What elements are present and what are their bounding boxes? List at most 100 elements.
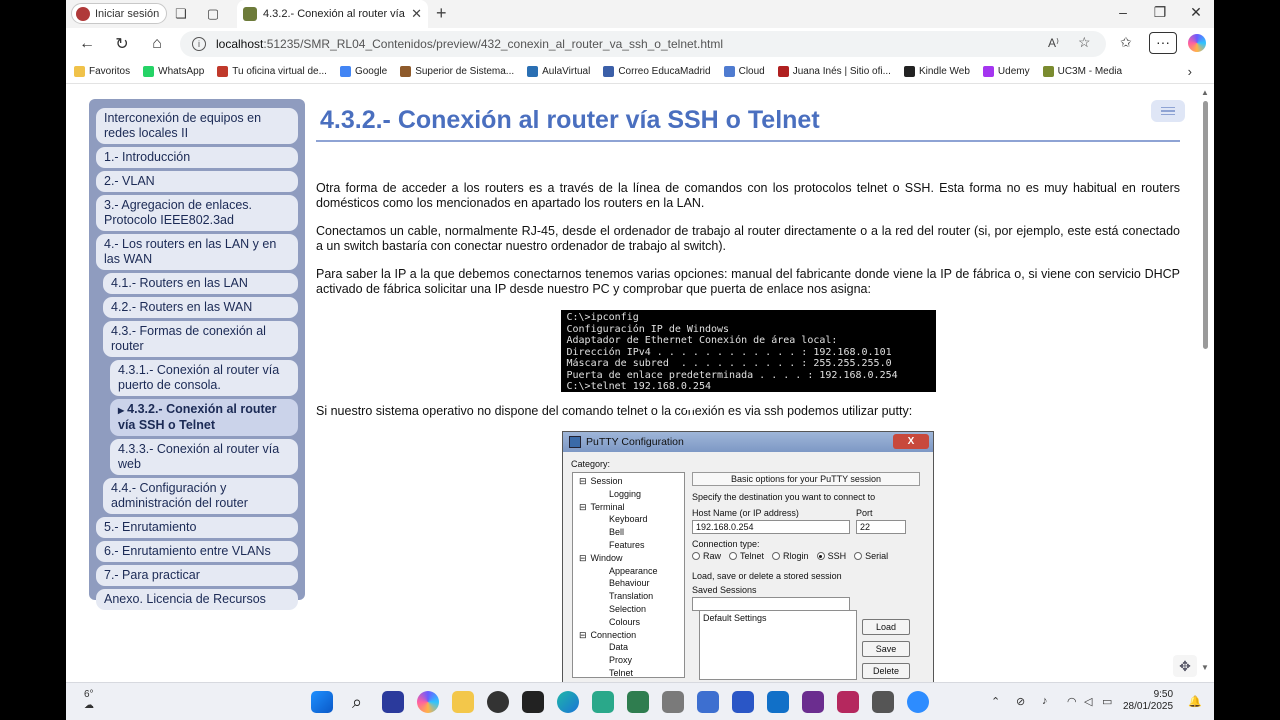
network-off-icon[interactable]: ⊘	[1016, 695, 1025, 708]
bookmark-item[interactable]: Superior de Sistema...	[400, 66, 514, 77]
toc-item-label: 3.- Agregacion de enlaces. Protocolo IEE…	[104, 198, 253, 227]
bookmark-item[interactable]: AulaVirtual	[527, 66, 590, 77]
radio-label: Telnet	[740, 551, 765, 561]
bookmark-item[interactable]: Kindle Web	[903, 66, 970, 77]
toc-item[interactable]: 4.4.- Configuración y administración del…	[103, 478, 298, 514]
bookmark-icon	[74, 66, 85, 77]
putty-host-label: Host Name (or IP address)	[692, 508, 799, 518]
file-explorer-icon[interactable]	[452, 691, 474, 713]
toc-item[interactable]: 4.3.3.- Conexión al router vía web	[110, 439, 298, 475]
signin-button[interactable]: Iniciar sesión	[71, 3, 167, 24]
toc-item[interactable]: 4.3.- Formas de conexión al router	[103, 321, 298, 357]
bookmark-item[interactable]: Cloud	[723, 66, 765, 77]
tree-expander-icon: ⊟	[579, 501, 587, 512]
back-icon[interactable]: ←	[76, 33, 98, 55]
toc-item[interactable]: 6.- Enrutamiento entre VLANs	[96, 541, 298, 562]
toc-item[interactable]: 4.- Los routers en las LAN y en las WAN	[96, 234, 298, 270]
minimize-icon[interactable]: –	[1113, 4, 1133, 20]
toc-item-label: 4.4.- Configuración y administración del…	[111, 481, 248, 510]
toc-item[interactable]: Interconexión de equipos en redes locale…	[96, 108, 298, 144]
radio-label: Serial	[865, 551, 889, 561]
toc-item[interactable]: 5.- Enrutamiento	[96, 517, 298, 538]
clipchamp-icon[interactable]	[802, 691, 824, 713]
bookmark-icon	[527, 66, 539, 77]
putty-tree-label: Features	[609, 540, 645, 550]
scroll-down-icon[interactable]: ▼	[1201, 663, 1209, 672]
calendar-icon[interactable]	[697, 691, 719, 713]
bookmark-item[interactable]: Juana Inés | Sitio ofi...	[777, 66, 891, 77]
favorite-star-icon[interactable]: ☆	[1078, 34, 1091, 51]
start-icon[interactable]	[311, 691, 333, 713]
notifications-icon[interactable]: 🔔	[1188, 695, 1202, 708]
volume-icon[interactable]: ◁	[1084, 695, 1092, 708]
copilot-icon[interactable]	[1188, 34, 1206, 52]
calculator-icon[interactable]	[662, 691, 684, 713]
terminal-icon[interactable]	[522, 691, 544, 713]
hamburger-menu-icon[interactable]	[1151, 100, 1185, 122]
bookmarks-more-icon[interactable]: ›	[1188, 64, 1192, 79]
toc-item[interactable]: Anexo. Licencia de Recursos	[96, 589, 298, 610]
toc-item[interactable]: 3.- Agregacion de enlaces. Protocolo IEE…	[96, 195, 298, 231]
remote-icon[interactable]	[732, 691, 754, 713]
bookmark-icon	[1042, 66, 1054, 77]
close-window-icon[interactable]: ✕	[1186, 4, 1206, 21]
bookmark-item[interactable]: Favoritos	[74, 66, 130, 77]
putty-tree-item: ⊟ Terminal	[579, 502, 625, 513]
bookmark-item[interactable]: UC3M - Media	[1042, 66, 1122, 77]
read-aloud-icon[interactable]: A⁾	[1048, 36, 1059, 50]
outlook-icon[interactable]	[767, 691, 789, 713]
toc-item-active[interactable]: ▶ 4.3.2.- Conexión al router vía SSH o Te…	[110, 399, 298, 436]
wifi-icon[interactable]: ◠	[1067, 695, 1077, 708]
zoom-icon[interactable]	[907, 691, 929, 713]
chrome-icon[interactable]	[487, 691, 509, 713]
meet-icon[interactable]	[382, 691, 404, 713]
tray-chevron-icon[interactable]: ⌃	[991, 695, 1000, 708]
site-info-icon[interactable]: i	[192, 37, 206, 51]
toc-item[interactable]: 7.- Para practicar	[96, 565, 298, 586]
refresh-icon[interactable]: ↻	[111, 33, 133, 55]
excel-icon[interactable]	[627, 691, 649, 713]
tab-actions-icon[interactable]: ▢	[204, 5, 222, 23]
workspaces-icon[interactable]: ❏	[172, 5, 190, 23]
scroll-up-icon[interactable]: ▲	[1201, 88, 1209, 97]
tab-active[interactable]: 4.3.2.- Conexión al router vía SSH ✕	[237, 0, 428, 28]
favorites-icon[interactable]: ✩	[1120, 34, 1132, 51]
edge-icon[interactable]	[557, 691, 579, 713]
more-options-icon[interactable]: ···	[1149, 32, 1177, 54]
toc-item[interactable]: 4.3.1.- Conexión al router vía puerto de…	[110, 360, 298, 396]
toc-item-label: 4.3.3.- Conexión al router vía web	[118, 442, 280, 471]
microphone-icon[interactable]: ♪	[1042, 695, 1048, 707]
app-icon[interactable]	[592, 691, 614, 713]
address-bar[interactable]: i localhost:51235/SMR_RL04_Contenidos/pr…	[180, 31, 1106, 57]
putty-tree-item: Features	[609, 540, 645, 551]
toc-item[interactable]: 4.1.- Routers en las LAN	[103, 273, 298, 294]
weather-widget[interactable]: 6° ☁	[84, 689, 94, 711]
copilot-taskbar-icon[interactable]	[417, 691, 439, 713]
camera-icon[interactable]	[872, 691, 894, 713]
clock[interactable]: 9:50 28/01/2025	[1123, 689, 1173, 713]
bookmark-item[interactable]: Udemy	[982, 66, 1030, 77]
bookmark-item[interactable]: WhatsApp	[143, 66, 204, 77]
radio-circle-icon	[729, 552, 738, 560]
bookmark-item[interactable]: Google	[339, 66, 387, 77]
media-app-icon[interactable]	[837, 691, 859, 713]
tab-strip: Iniciar sesión ❏ ▢ 4.3.2.- Conexión al r…	[66, 0, 1214, 28]
toc-item[interactable]: 1.- Introducción	[96, 147, 298, 168]
putty-tree-label: Behaviour	[609, 578, 650, 589]
toc-item[interactable]: 2.- VLAN	[96, 171, 298, 192]
bookmark-item[interactable]: Tu oficina virtual de...	[217, 66, 327, 77]
search-icon[interactable]: ⌕	[346, 691, 368, 713]
home-icon[interactable]: ⌂	[146, 33, 168, 55]
toc-item[interactable]: 4.2.- Routers en las WAN	[103, 297, 298, 318]
new-tab-icon[interactable]: +	[436, 3, 447, 24]
close-tab-icon[interactable]: ✕	[411, 6, 422, 22]
battery-icon[interactable]: ▭	[1102, 695, 1112, 708]
putty-tree-label: Keyboard	[609, 514, 648, 525]
page-scrollbar[interactable]: ▲ ▼	[1198, 85, 1214, 682]
tab-title: 4.3.2.- Conexión al router vía SSH	[263, 8, 405, 20]
putty-title: PuTTY Configuration	[586, 436, 684, 448]
bookmark-item[interactable]: Correo EducaMadrid	[603, 66, 711, 77]
bookmark-label: Superior de Sistema...	[415, 66, 515, 77]
maximize-icon[interactable]: ❐	[1150, 4, 1170, 21]
scrollbar-thumb[interactable]	[1203, 101, 1208, 349]
